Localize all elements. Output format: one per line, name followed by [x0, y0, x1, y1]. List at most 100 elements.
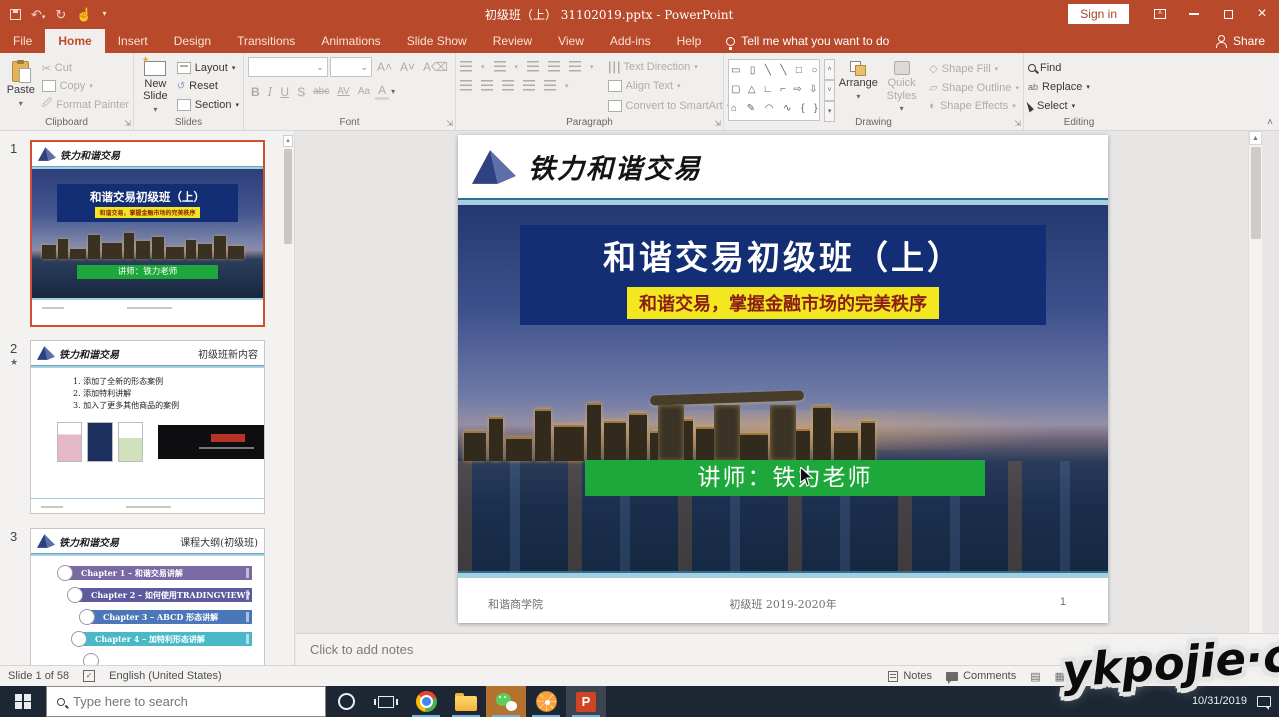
find-button[interactable]: Find — [1028, 60, 1090, 75]
title-textbox[interactable]: 和谐交易初级班（上） 和谐交易，掌握金融市场的完美秩序 — [520, 225, 1046, 325]
text-direction-button[interactable]: Text Direction▾ — [608, 59, 731, 75]
bullets-icon[interactable] — [460, 61, 472, 72]
slide-canvas[interactable]: 铁力和谐交易 和谐交易初级班（上） 和谐交易，掌握金融市场的完美秩序 讲师：铁力… — [296, 131, 1262, 665]
tab-view[interactable]: View — [545, 29, 597, 53]
tab-home[interactable]: Home — [45, 29, 104, 53]
increase-font-icon[interactable]: A˄ — [374, 60, 395, 74]
reset-button[interactable]: ↺Reset — [177, 77, 239, 95]
shape-effects-button[interactable]: ◐Shape Effects▾ — [929, 98, 1019, 114]
align-left-icon[interactable] — [460, 80, 472, 91]
scroll-up-icon[interactable]: ▲ — [283, 135, 293, 147]
new-slide-dropdown-icon[interactable]: ▾ — [153, 105, 157, 114]
normal-view-button[interactable]: ▤ — [1030, 670, 1040, 683]
notes-placeholder[interactable]: Click to add notes — [310, 642, 413, 657]
select-button[interactable]: Select▾ — [1028, 99, 1090, 114]
start-button[interactable] — [0, 686, 46, 717]
replace-button[interactable]: abReplace▾ — [1028, 79, 1090, 94]
clipboard-dialog-launcher[interactable]: ⇲ — [124, 119, 131, 128]
minimize-button[interactable] — [1177, 0, 1211, 28]
customize-qat-icon[interactable]: ▾ — [103, 10, 107, 18]
shapes-gallery[interactable]: ▭▯╲╲□○ ▢△∟⌐⇨⇩ ⌂✎◠∿{} — [728, 59, 820, 121]
bold-button[interactable]: B — [248, 85, 263, 99]
copy-button[interactable]: Copy▾ — [42, 77, 129, 95]
instructor-textbox[interactable]: 讲师：铁力老师 — [585, 460, 985, 496]
font-color-button[interactable]: A — [375, 83, 389, 100]
format-painter-button[interactable]: 🖉Format Painter — [42, 96, 129, 114]
spell-check-icon[interactable]: ✓ — [83, 670, 95, 682]
tab-review[interactable]: Review — [480, 29, 545, 53]
thumbnail-slide-3[interactable]: 铁力和谐交易 课程大纲(初级班) Chapter 1 – 和谐交易讲解 Chap… — [30, 528, 265, 665]
tab-insert[interactable]: Insert — [105, 29, 161, 53]
tab-addins[interactable]: Add-ins — [597, 29, 664, 53]
slide-brand-text[interactable]: 铁力和谐交易 — [528, 147, 702, 186]
scroll-up-icon[interactable]: ▲ — [1249, 131, 1262, 145]
clear-formatting-icon[interactable]: A⌫ — [420, 60, 451, 74]
close-button[interactable]: × — [1245, 0, 1279, 28]
quick-styles-button[interactable]: Quick Styles ▾ — [882, 57, 921, 114]
strikethrough-button[interactable]: abc — [310, 86, 332, 97]
chrome-taskbar-button[interactable] — [406, 686, 446, 717]
thumbnail-scrollbar[interactable]: ▲ — [283, 135, 293, 661]
task-view-button[interactable] — [366, 686, 406, 717]
cortana-button[interactable] — [326, 686, 366, 717]
line-spacing-icon[interactable] — [569, 61, 581, 72]
tab-transitions[interactable]: Transitions — [224, 29, 308, 53]
convert-smartart-button[interactable]: Convert to SmartArt▾ — [608, 98, 731, 114]
tell-me-box[interactable]: Tell me what you want to do — [714, 29, 901, 53]
font-color-dropdown-icon[interactable]: ▾ — [391, 87, 395, 96]
tab-file[interactable]: File — [0, 29, 45, 53]
collapse-ribbon-icon[interactable]: ˄ — [1267, 117, 1273, 128]
wechat-taskbar-button[interactable] — [486, 686, 526, 717]
slide-thumbnail-panel[interactable]: 1 铁力和谐交易 和谐交易初级班（上） 和谐交易，掌握金融市场的完美秩序 讲师：… — [0, 131, 295, 665]
restore-button[interactable] — [1211, 0, 1245, 28]
ribbon-display-options-button[interactable]: ˄ — [1143, 0, 1177, 28]
slide-title-text[interactable]: 和谐交易初级班（上） — [603, 231, 963, 279]
search-input[interactable] — [73, 694, 303, 709]
touch-mouse-mode-icon[interactable]: ☝ — [76, 8, 92, 21]
comments-toggle-button[interactable]: Comments — [946, 670, 1016, 682]
layout-button[interactable]: Layout▾ — [177, 59, 239, 77]
thumbnail-slide-1[interactable]: 铁力和谐交易 和谐交易初级班（上） 和谐交易，掌握金融市场的完美秩序 讲师：铁力… — [30, 140, 265, 327]
font-dialog-launcher[interactable]: ⇲ — [446, 119, 453, 128]
decrease-indent-icon[interactable] — [527, 61, 539, 72]
thumbnail-slide-2[interactable]: 铁力和谐交易 初级班新内容 1. 添加了全新的形态案例 2. 添加特利讲解 3.… — [30, 340, 265, 514]
columns-icon[interactable] — [544, 80, 556, 91]
file-explorer-button[interactable] — [446, 686, 486, 717]
justify-icon[interactable] — [523, 80, 535, 91]
slide-subtitle-text[interactable]: 和谐交易，掌握金融市场的完美秩序 — [627, 287, 939, 319]
font-name-select[interactable]: ⌄ — [248, 57, 328, 77]
scrollbar-thumb[interactable] — [1251, 147, 1261, 239]
notes-toggle-button[interactable]: Notes — [888, 670, 932, 682]
redo-icon[interactable]: ↻ — [55, 8, 66, 21]
text-shadow-button[interactable]: S — [294, 85, 308, 99]
undo-icon[interactable]: ↶▾ — [31, 8, 45, 21]
character-spacing-button[interactable]: AV — [334, 86, 353, 97]
font-size-select[interactable]: ⌄ — [330, 57, 372, 77]
italic-button[interactable]: I — [265, 85, 276, 99]
tab-design[interactable]: Design — [161, 29, 224, 53]
taskbar-date[interactable]: 10/31/2019 — [1192, 695, 1247, 707]
paragraph-dialog-launcher[interactable]: ⇲ — [714, 119, 721, 128]
save-icon[interactable] — [10, 9, 21, 20]
new-slide-button[interactable]: New Slide ▾ — [138, 57, 173, 114]
language-indicator[interactable]: English (United States) — [109, 670, 222, 682]
share-button[interactable]: Share — [1201, 29, 1279, 53]
tab-slideshow[interactable]: Slide Show — [394, 29, 480, 53]
orange-app-button[interactable] — [526, 686, 566, 717]
shapes-gallery-scroll[interactable]: ˄˅▾ — [824, 59, 834, 121]
powerpoint-taskbar-button[interactable]: P — [566, 686, 606, 717]
slide-header[interactable]: 铁力和谐交易 — [458, 135, 1108, 198]
slide-editor[interactable]: 铁力和谐交易 和谐交易初级班（上） 和谐交易，掌握金融市场的完美秩序 讲师：铁力… — [458, 135, 1108, 623]
align-center-icon[interactable] — [481, 80, 493, 91]
footer-page-number[interactable]: 1 — [1060, 596, 1066, 608]
shape-outline-button[interactable]: ▱Shape Outline▾ — [929, 80, 1019, 96]
align-right-icon[interactable] — [502, 80, 514, 91]
paste-dropdown-icon[interactable]: ▾ — [19, 99, 23, 108]
numbering-icon[interactable] — [494, 61, 506, 72]
drawing-dialog-launcher[interactable]: ⇲ — [1014, 119, 1021, 128]
scrollbar-thumb[interactable] — [284, 149, 292, 244]
canvas-scrollbar[interactable]: ▲ ▲▼ — [1248, 131, 1262, 665]
align-text-button[interactable]: Align Text▾ — [608, 78, 731, 94]
footer-center-text[interactable]: 初级班 2019-2020年 — [458, 596, 1108, 612]
shape-fill-button[interactable]: ◇Shape Fill▾ — [929, 61, 1019, 77]
